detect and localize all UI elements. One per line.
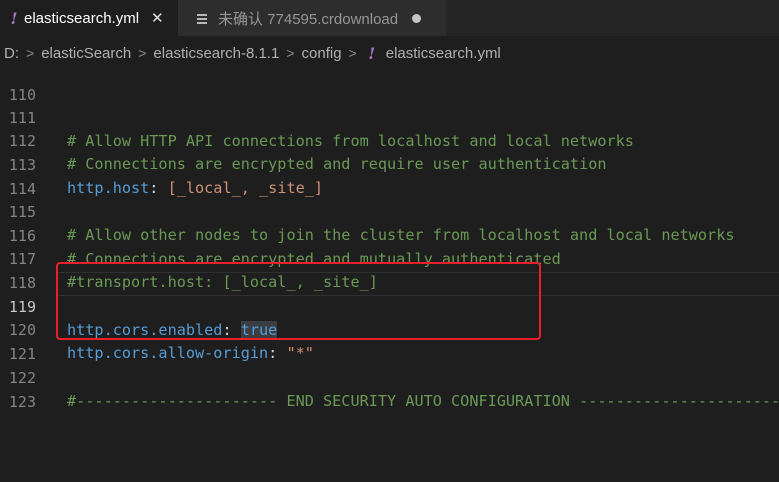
- code-line: 111 # Allow HTTP API connections from lo…: [0, 83, 779, 151]
- tab-crdownload[interactable]: 未确认 774595.crdownload: [178, 0, 446, 36]
- breadcrumb-item-elasticsearch[interactable]: elasticSearch: [41, 45, 131, 62]
- code-line: 122 #---------------------- END SECURITY…: [0, 343, 779, 411]
- file-lines-icon: [196, 12, 208, 25]
- chevron-right-icon: >: [348, 45, 357, 61]
- tab-label: elasticsearch.yml: [24, 9, 140, 27]
- yaml-icon: !: [10, 8, 18, 28]
- code-line: 117 #transport.host: [_local_, _site_]: [0, 224, 779, 292]
- breadcrumb-item-version[interactable]: elasticsearch-8.1.1: [153, 45, 279, 62]
- unsaved-dot-icon[interactable]: [412, 13, 422, 23]
- annotation-highlight-box: [56, 262, 541, 340]
- breadcrumb-item-file[interactable]: elasticsearch.yml: [386, 45, 501, 62]
- chevron-right-icon: >: [286, 45, 295, 61]
- tab-bar: ! elasticsearch.yml ✕ 未确认 774595.crdownl…: [0, 0, 779, 36]
- code-line: 114: [0, 154, 779, 198]
- code-line: 110: [0, 60, 779, 104]
- close-icon[interactable]: ✕: [151, 9, 164, 27]
- breadcrumb-item-drive[interactable]: D:: [4, 45, 19, 62]
- comment-text: #---------------------- END SECURITY AUT…: [67, 392, 779, 410]
- line-number: 123: [8, 392, 36, 411]
- breadcrumb-item-config[interactable]: config: [302, 45, 342, 62]
- code-line: 113 http.host: [_local_, _site_]: [0, 130, 779, 198]
- code-line: 116 # Connections are encrypted and mutu…: [0, 201, 779, 269]
- code-line: 115 # Allow other nodes to join the clus…: [0, 177, 779, 245]
- code-line: 112 # Connections are encrypted and requ…: [0, 106, 779, 174]
- code-line: 123: [0, 367, 779, 411]
- chevron-right-icon: >: [138, 45, 147, 61]
- tab-label: 未确认 774595.crdownload: [218, 10, 399, 28]
- tab-elasticsearch-yml[interactable]: ! elasticsearch.yml ✕: [0, 0, 178, 36]
- chevron-right-icon: >: [26, 45, 35, 61]
